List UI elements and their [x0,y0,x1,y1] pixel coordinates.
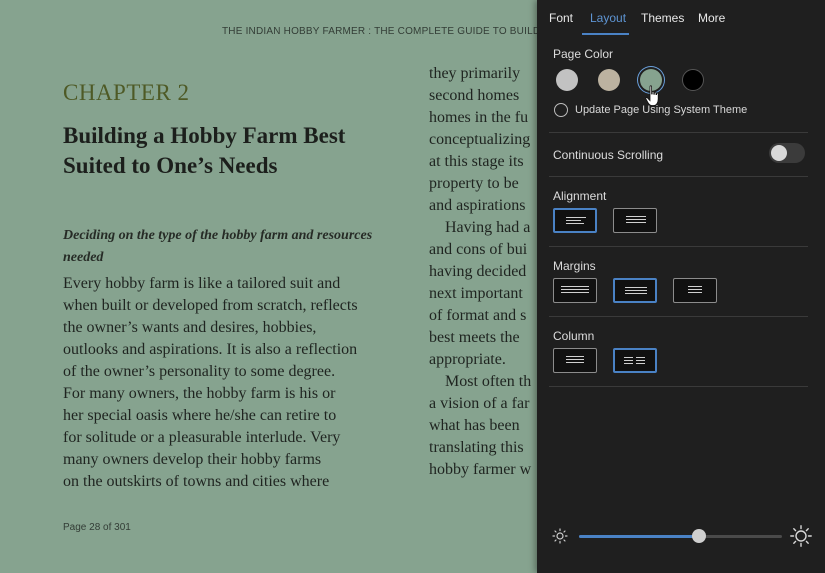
tab-layout[interactable]: Layout [590,11,626,25]
tab-more[interactable]: More [698,11,725,25]
text-line: they primarily [429,65,521,82]
active-tab-indicator [582,33,629,35]
text-line: of the owner’s personality to some degre… [63,363,336,380]
system-theme-radio[interactable] [554,103,568,117]
settings-tabs: Font Layout Themes More [537,0,825,36]
toggle-knob [771,145,787,161]
text-line: on the outskirts of towns and cities whe… [63,473,330,490]
align-justify-icon [626,216,646,225]
margins-wide-icon [688,286,702,295]
page-color-label: Page Color [553,47,614,61]
text-line: For many owners, the hobby farm is his o… [63,385,336,402]
double-column-icon-left [624,357,633,366]
text-line: next important [429,285,523,302]
text-line: outlooks and aspirations. It is also a r… [63,341,358,358]
text-line: appropriate. [429,351,506,368]
brightness-slider-fill [579,535,699,538]
system-theme-label: Update Page Using System Theme [575,104,748,116]
page-indicator: Page 28 of 301 [63,522,131,533]
continuous-scrolling-label: Continuous Scrolling [553,148,664,162]
text-line: the owner’s wants and desires, hobbies, [63,319,317,336]
text-line: at this stage its [429,153,524,170]
text-line: conceptualizing [429,131,531,148]
brightness-slider-thumb[interactable] [691,529,706,543]
page-color-swatch-sepia[interactable] [598,69,620,91]
page-color-swatch-gray[interactable] [556,69,578,91]
double-column-icon-right [636,357,645,366]
margins-narrow-button[interactable] [553,278,597,303]
text-line: what has been [429,417,520,434]
page-color-swatch-black[interactable] [682,69,704,91]
settings-panel: Font Layout Themes More Page Color Updat… [537,0,825,573]
text-line: property to be [429,175,519,192]
single-column-icon [566,356,584,365]
text-line: of format and s [429,307,527,324]
text-column-right: they primarily second homes homes in the f… [429,63,549,481]
alignment-left-button[interactable] [553,208,597,233]
text-line: best meets the [429,329,520,346]
text-column-left: Every hobby farm is like a tailored suit… [63,273,403,493]
alignment-justified-button[interactable] [613,208,657,233]
tab-font[interactable]: Font [549,11,573,25]
divider [549,176,808,177]
text-line: many owners develop their hobby farms [63,451,322,468]
chapter-label: CHAPTER 2 [63,80,190,105]
column-double-button[interactable] [613,348,657,373]
text-line: a vision of a far [429,395,530,412]
section-subtitle: Deciding on the type of the hobby farm a… [63,228,373,265]
text-line: second homes [429,87,520,104]
text-line: and aspirations [429,197,526,214]
divider [549,386,808,387]
column-label: Column [553,329,595,343]
alignment-label: Alignment [553,189,607,203]
margins-wide-button[interactable] [673,278,717,303]
text-line: homes in the fu [429,109,529,126]
margins-narrow-icon [561,286,589,295]
text-line: when built or developed from scratch, re… [63,297,358,314]
text-line: Most often th [445,373,532,390]
margins-label: Margins [553,259,596,273]
text-line: and cons of bui [429,241,528,258]
brightness-slider-track[interactable] [579,535,782,538]
divider [549,246,808,247]
divider [549,316,808,317]
text-line: Every hobby farm is like a tailored suit… [63,275,341,292]
text-line: translating this [429,439,524,456]
chapter-title: Building a Hobby Farm Best Suited to One… [63,123,346,178]
text-line: having decided [429,263,527,280]
brightness-low-icon [552,528,568,544]
column-single-button[interactable] [553,348,597,373]
margins-medium-button[interactable] [613,278,657,303]
brightness-high-icon [790,525,812,547]
text-line: her special oasis where he/she can retir… [63,407,337,424]
align-left-icon [566,217,586,226]
tab-themes[interactable]: Themes [641,11,684,25]
divider [549,132,808,133]
text-line: for solitude or a pleasurable interlude.… [63,429,341,446]
text-line: hobby farmer w [429,461,532,478]
continuous-scrolling-toggle[interactable] [769,143,805,163]
margins-medium-icon [625,287,647,296]
text-line: Having had a [445,219,531,236]
